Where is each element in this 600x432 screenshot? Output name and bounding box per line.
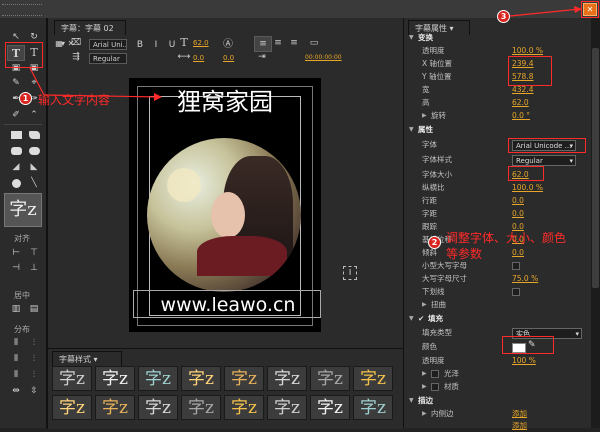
- step-3-badge: 3: [497, 10, 510, 23]
- step-1-badge: 1: [19, 92, 32, 105]
- annotation-arrows: [29, 6, 582, 101]
- step-2-badge: 2: [428, 236, 441, 249]
- step-2-annotation: 调整字体、大小、颜色等参数: [446, 231, 567, 261]
- step-1-annotation: 输入文字内容: [38, 93, 111, 107]
